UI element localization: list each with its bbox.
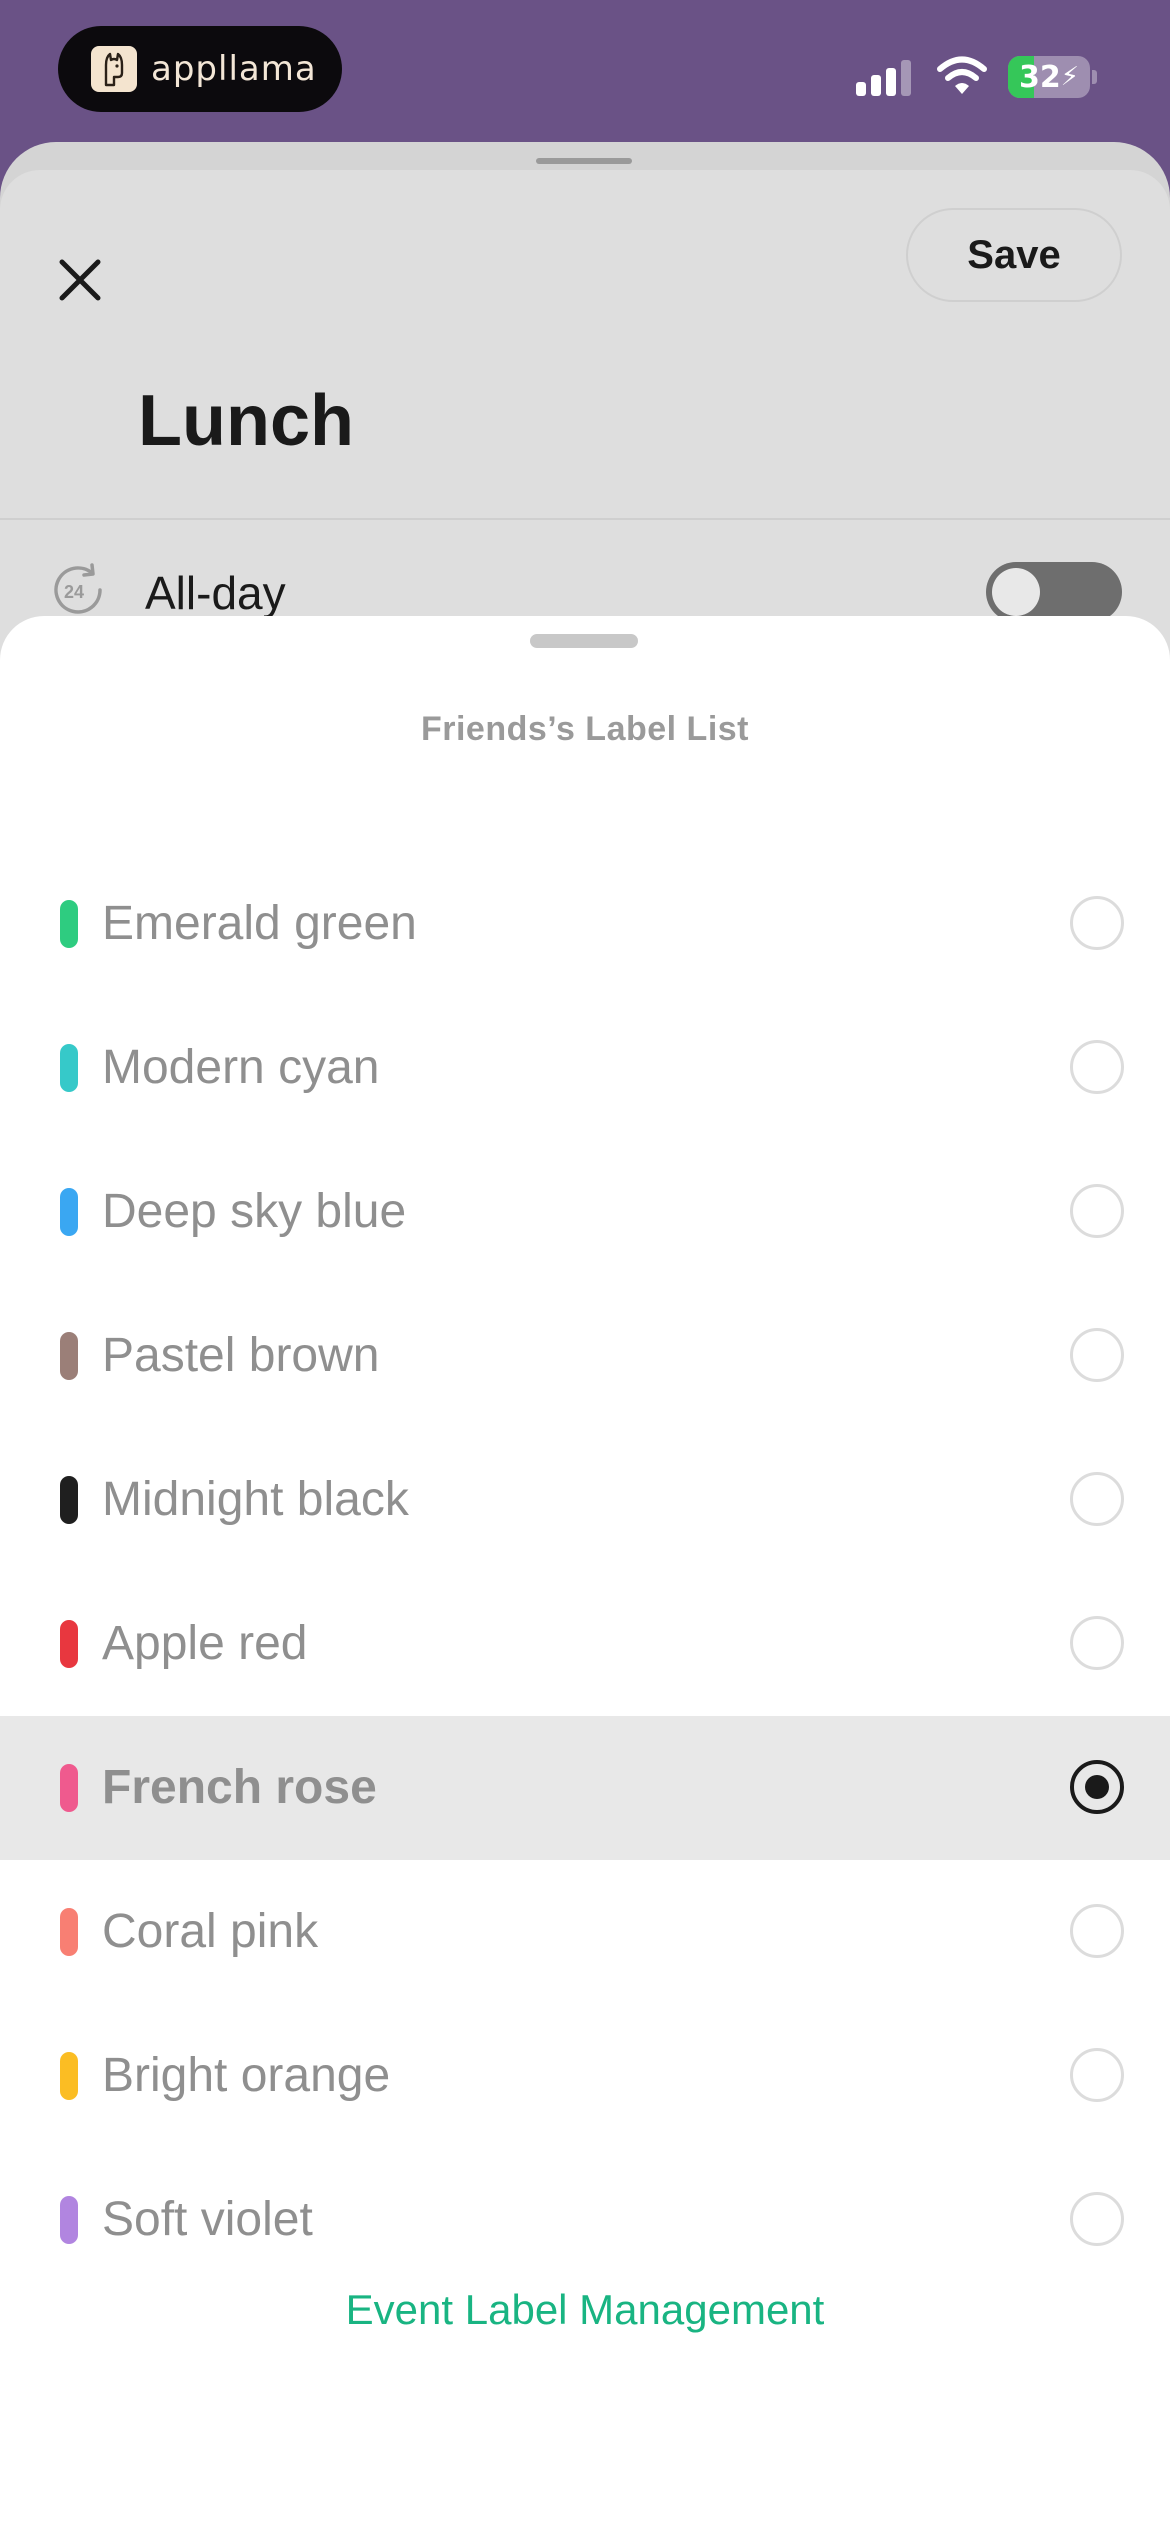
label-row[interactable]: Deep sky blue <box>0 1140 1170 1284</box>
allday-toggle[interactable] <box>986 562 1122 622</box>
label-name: Coral pink <box>102 1905 319 1958</box>
label-name: French rose <box>102 1761 377 1814</box>
close-icon <box>59 259 101 301</box>
label-color-swatch <box>60 1764 78 1812</box>
radio-unselected-icon[interactable] <box>1070 2192 1124 2246</box>
radio-unselected-icon[interactable] <box>1070 1472 1124 1526</box>
label-picker-sheet: Friends’s Label List Emerald green Modern… <box>0 616 1170 2532</box>
label-color-swatch <box>60 2052 78 2100</box>
divider <box>0 518 1170 520</box>
label-name: Soft violet <box>102 2193 313 2246</box>
cellular-signal-icon <box>856 60 912 96</box>
label-name: Deep sky blue <box>102 1185 407 1238</box>
label-row[interactable]: Modern cyan <box>0 996 1170 1140</box>
app-name: appllama <box>151 49 317 89</box>
label-color-swatch <box>60 1044 78 1092</box>
save-button[interactable]: Save <box>906 208 1122 302</box>
sheet-grabber <box>536 158 632 164</box>
app-indicator-pill[interactable]: appllama <box>58 26 342 112</box>
radio-unselected-icon[interactable] <box>1070 1616 1124 1670</box>
label-list: Emerald green Modern cyan Deep sky blue Pas… <box>0 852 1170 2292</box>
label-row[interactable]: Bright orange <box>0 2004 1170 2148</box>
battery-percent: 32 <box>1018 59 1061 95</box>
label-color-swatch <box>60 1332 78 1380</box>
label-color-swatch <box>60 1188 78 1236</box>
clock-24h-icon: 24 <box>48 560 108 620</box>
radio-unselected-icon[interactable] <box>1070 1328 1124 1382</box>
radio-selected-icon[interactable] <box>1070 1760 1124 1814</box>
status-bar: appllama 32 ⚡ <box>0 0 1170 150</box>
wifi-icon <box>936 56 988 96</box>
label-name: Midnight black <box>102 1473 409 1526</box>
radio-dot <box>1085 1775 1109 1799</box>
radio-unselected-icon[interactable] <box>1070 2048 1124 2102</box>
sheet-title: Friends’s Label List <box>420 710 750 748</box>
event-label-management-link[interactable]: Event Label Management <box>0 2286 1170 2334</box>
label-name: Emerald green <box>102 897 417 950</box>
label-color-swatch <box>60 900 78 948</box>
label-color-swatch <box>60 1908 78 1956</box>
label-color-swatch <box>60 1620 78 1668</box>
label-row[interactable]: Pastel brown <box>0 1284 1170 1428</box>
battery-nub <box>1092 70 1097 84</box>
label-row[interactable]: Midnight black <box>0 1428 1170 1572</box>
label-name: Apple red <box>102 1617 308 1670</box>
battery-charging-icon: 32 ⚡ <box>1008 56 1090 98</box>
sheet-grabber-handle[interactable] <box>530 634 638 648</box>
radio-unselected-icon[interactable] <box>1070 1184 1124 1238</box>
label-row[interactable]: Apple red <box>0 1572 1170 1716</box>
event-title[interactable]: Lunch <box>138 380 354 462</box>
toggle-knob <box>992 568 1040 616</box>
label-row[interactable]: Emerald green <box>0 852 1170 996</box>
label-row[interactable]: French rose <box>0 1716 1170 1860</box>
label-name: Bright orange <box>102 2049 391 2102</box>
close-button[interactable] <box>52 252 108 308</box>
radio-unselected-icon[interactable] <box>1070 896 1124 950</box>
radio-unselected-icon[interactable] <box>1070 1040 1124 1094</box>
label-color-swatch <box>60 1476 78 1524</box>
label-name: Modern cyan <box>102 1041 380 1094</box>
label-color-swatch <box>60 2196 78 2244</box>
llama-logo-icon <box>91 46 137 92</box>
label-row[interactable]: Coral pink <box>0 1860 1170 2004</box>
label-row[interactable]: Soft violet <box>0 2148 1170 2292</box>
svg-text:24: 24 <box>64 582 84 602</box>
radio-unselected-icon[interactable] <box>1070 1904 1124 1958</box>
label-name: Pastel brown <box>102 1329 380 1382</box>
allday-label: All-day <box>145 567 286 619</box>
